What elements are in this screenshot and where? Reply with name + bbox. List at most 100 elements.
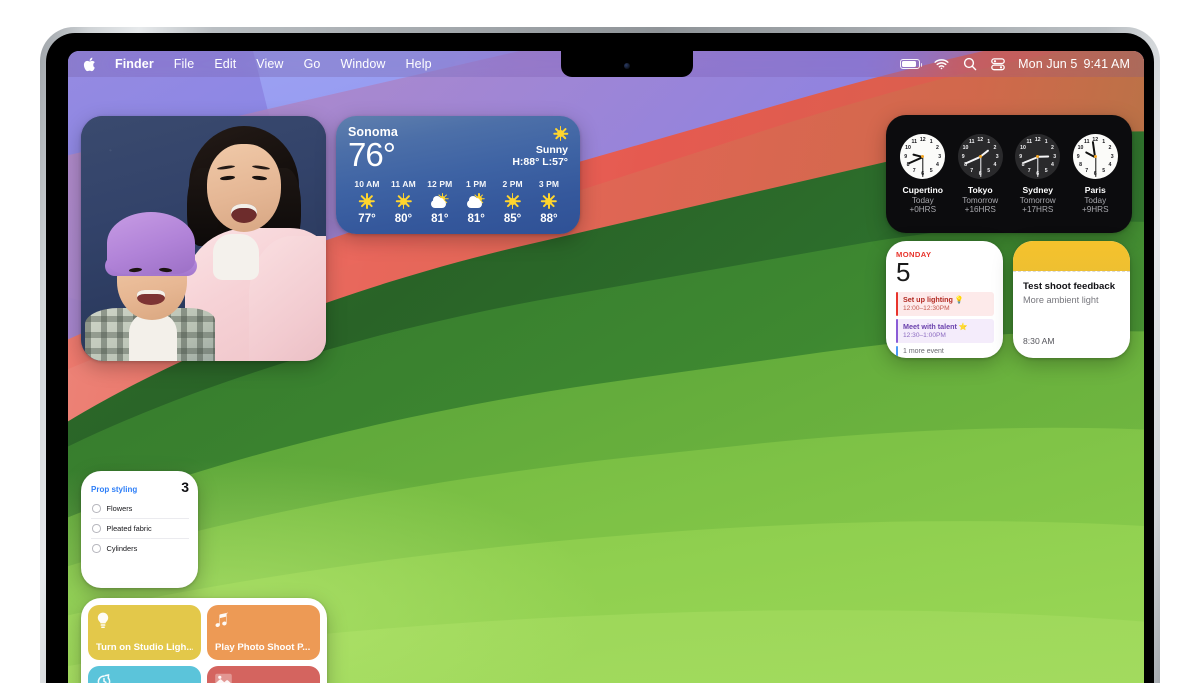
menu-item-go[interactable]: Go: [294, 51, 331, 77]
clock-hour-number: 5: [929, 168, 933, 175]
weather-hour-time: 11 AM: [391, 179, 416, 189]
clock-hour-number: 1: [987, 138, 991, 145]
reminder-item[interactable]: Pleated fabric: [91, 519, 189, 539]
notes-body: Test shoot feedback More ambient light 8…: [1013, 272, 1130, 358]
battery-icon[interactable]: [893, 51, 927, 77]
menu-item-file[interactable]: File: [164, 51, 205, 77]
weather-hour: 3 PM 88°: [531, 179, 567, 225]
image-icon: [215, 673, 312, 683]
clock-hour-number: 10: [1077, 145, 1084, 151]
clock-hour-number: 5: [1044, 168, 1048, 175]
clock-offset: +0HRS: [909, 205, 937, 214]
calendar-more-events[interactable]: 1 more event: [896, 346, 994, 357]
shortcut-watermark-images[interactable]: Watermark Images: [207, 666, 320, 683]
weather-hour: 1 PM 81°: [458, 179, 494, 225]
shortcut-play-photo-shoot-playlist[interactable]: Play Photo Shoot P...: [207, 605, 320, 660]
menu-item-help[interactable]: Help: [396, 51, 442, 77]
calendar-event[interactable]: Meet with talent ⭐ 12:30–1:00PM: [896, 319, 994, 343]
event-time: 12:00–12:30PM: [903, 305, 950, 312]
screenshot-stage: Finder File Edit View Go Window Help Mon…: [0, 0, 1200, 683]
menu-item-view[interactable]: View: [246, 51, 293, 77]
world-clock-widget[interactable]: 121234567891011 Cupertino Today +0HRS 12…: [886, 115, 1132, 233]
checkbox-icon[interactable]: [92, 524, 101, 533]
reminder-item[interactable]: Cylinders: [91, 539, 189, 558]
reminders-header: Prop styling 3: [91, 480, 189, 494]
clock-hour-number: 5: [987, 168, 991, 175]
note-subtitle: More ambient light: [1023, 295, 1099, 305]
search-icon[interactable]: [956, 51, 984, 77]
weather-hour-temp: 85°: [503, 213, 522, 225]
weather-condition: Sunny: [535, 144, 568, 156]
reminder-label: Cylinders: [106, 544, 138, 553]
analog-clock-icon: 121234567891011: [1072, 134, 1118, 179]
clock-hour-number: 7: [970, 168, 974, 175]
clock-pivot: [1093, 154, 1097, 159]
apple-logo-icon[interactable]: [79, 57, 105, 72]
menu-bar-clock[interactable]: Mon Jun 5 9:41 AM: [1012, 57, 1130, 71]
laptop-chassis: Finder File Edit View Go Window Help Mon…: [40, 27, 1160, 683]
clock-hour-number: 3: [1053, 153, 1057, 160]
clock-hour-number: 11: [969, 138, 975, 145]
clock-hand-sc: [1094, 156, 1096, 177]
reminder-item[interactable]: Flowers: [91, 499, 189, 519]
menu-item-edit[interactable]: Edit: [204, 51, 246, 77]
reminders-count: 3: [181, 479, 189, 495]
sun-icon: [540, 193, 557, 209]
clock-day: Today: [1084, 196, 1107, 205]
calendar-day-number: 5: [896, 257, 910, 287]
clock-tokyo: 121234567891011 Tokyo Tomorrow +16HRS: [952, 134, 1008, 214]
clock-hour-number: 5: [1102, 168, 1106, 175]
weather-hour: 11 AM 80°: [385, 179, 421, 225]
shortcut-take-a-break[interactable]: Take A Break: [88, 666, 201, 683]
clock-pivot: [921, 154, 925, 159]
control-center-icon[interactable]: [984, 51, 1012, 77]
photos-widget[interactable]: [81, 116, 326, 361]
event-color-bar: [896, 292, 899, 316]
calendar-widget[interactable]: MONDAY 5 Set up lighting 💡 12:00–12:30PM…: [886, 241, 1003, 358]
weather-hour-temp: 77°: [358, 213, 376, 225]
sun-icon: [512, 126, 568, 141]
clock-hour-number: 3: [1110, 153, 1114, 160]
facetime-camera-icon: [624, 63, 630, 69]
menu-bar-left: Finder File Edit View Go Window Help: [68, 51, 442, 77]
clock-hour-number: 3: [995, 153, 999, 160]
calendar-day-of-week: MONDAY: [896, 250, 932, 259]
menu-item-window[interactable]: Window: [330, 51, 395, 77]
clock-hour-number: 9: [1019, 153, 1023, 160]
clock-hour-number: 1: [1044, 138, 1048, 145]
notes-widget[interactable]: Test shoot feedback More ambient light 8…: [1013, 241, 1130, 358]
weather-hour-temp: 88°: [540, 213, 558, 225]
menu-bar-time: 9:41 AM: [1083, 57, 1130, 71]
timer-icon: [96, 673, 193, 683]
wifi-icon[interactable]: [927, 51, 956, 77]
reminders-widget[interactable]: Prop styling 3 Flowers Pleated fabric Cy…: [81, 471, 198, 588]
clock-hour-number: 10: [962, 145, 969, 151]
menu-item-finder[interactable]: Finder: [105, 51, 164, 77]
clock-day: Today: [911, 196, 934, 205]
clock-hour-number: 7: [1085, 168, 1089, 175]
clock-hour-number: 10: [1020, 145, 1026, 151]
reminder-label: Pleated fabric: [106, 524, 152, 533]
clock-offset: +9HRS: [1081, 205, 1109, 214]
more-events-label: 1 more event: [903, 348, 944, 355]
checkbox-icon[interactable]: [92, 504, 101, 513]
checkbox-icon[interactable]: [92, 544, 101, 553]
lightbulb-icon: [96, 612, 193, 634]
shortcut-label: Play Photo Shoot P...: [215, 642, 311, 653]
clock-hour-number: 2: [1051, 145, 1054, 151]
clock-hour-number: 11: [1084, 138, 1090, 145]
event-color-bar: [896, 319, 899, 343]
clock-hour-number: 11: [911, 138, 917, 145]
shortcut-turn-on-studio-light[interactable]: Turn on Studio Ligh...: [88, 605, 201, 660]
shortcuts-widget[interactable]: Turn on Studio Ligh... Play Photo Shoot …: [81, 598, 327, 683]
clock-hand-sc: [1037, 156, 1039, 177]
event-title: Meet with talent ⭐: [903, 322, 968, 331]
weather-hour-time: 10 AM: [354, 179, 380, 189]
weather-hour-temp: 81°: [467, 213, 485, 225]
weather-hour: 2 PM 85°: [495, 179, 531, 225]
clock-hour-number: 7: [912, 168, 916, 175]
weather-widget[interactable]: Sonoma 76° Sunny H:88° L:57° 10 AM 77° 1…: [336, 116, 580, 234]
weather-hour-time: 1 PM: [466, 179, 487, 189]
calendar-event[interactable]: Set up lighting 💡 12:00–12:30PM: [896, 292, 994, 316]
event-time: 12:30–1:00PM: [903, 332, 946, 339]
